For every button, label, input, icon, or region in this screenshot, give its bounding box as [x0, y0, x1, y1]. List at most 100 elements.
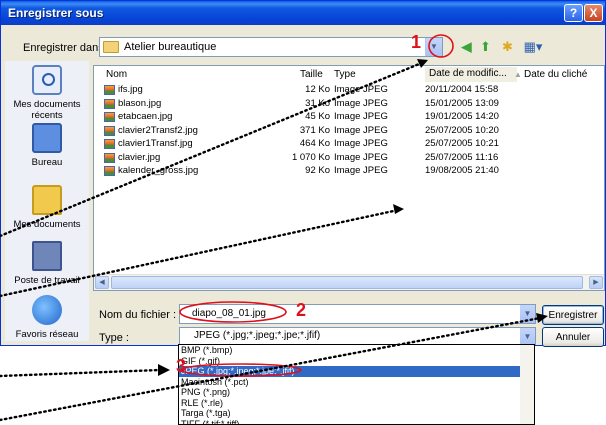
places-bar: Mes documents récents Bureau Mes documen… [5, 61, 89, 341]
new-folder-icon[interactable]: ✱ [499, 39, 516, 55]
file-type-option[interactable]: Macintosh (*.pct) [179, 377, 534, 388]
desktop-icon [32, 123, 62, 153]
annotation-step-2: 2 [296, 300, 307, 320]
help-button[interactable]: ? [564, 4, 583, 22]
filename-input[interactable]: diapo_08_01.jpg ▼ [179, 304, 536, 324]
file-type-option[interactable]: TIFF (*.tif;*.tiff) [179, 419, 534, 425]
file-name: clavier1Transf.jpg [118, 138, 193, 149]
place-recent-documents[interactable]: Mes documents récents [5, 65, 89, 121]
file-modified-date: 15/01/2005 13:09 [425, 97, 499, 109]
file-type-options: BMP (*.bmp) GIF (*.gif) JPEG (*.jpg;*.jpeg… [179, 345, 534, 425]
save-as-dialog: Enregistrer sous ? X Enregistrer dans : … [0, 0, 606, 347]
file-type-dropdown-list[interactable]: BMP (*.bmp) GIF (*.gif) JPEG (*.jpg;*.jpeg… [178, 344, 535, 425]
jpeg-file-icon [104, 112, 115, 122]
file-size: 464 Ko [299, 138, 330, 149]
scroll-thumb[interactable] [111, 276, 583, 289]
filename-value: diapo_08_01.jpg [192, 308, 266, 319]
file-size: 31 Ko [305, 97, 330, 109]
column-header-size[interactable]: Taille [300, 69, 323, 80]
file-size: 1 070 Ko [291, 151, 330, 163]
file-size: 12 Ko [305, 84, 330, 95]
file-list[interactable]: Nom Taille Type Date de modific... ▲ Dat… [93, 65, 605, 291]
dropdown-scrollbar[interactable] [520, 345, 534, 424]
file-name: blason.jpg [118, 97, 162, 109]
file-type: Image JPEG [334, 165, 388, 176]
jpeg-file-icon [104, 85, 115, 95]
jpeg-file-icon [104, 166, 115, 176]
back-icon[interactable]: ◀ [458, 39, 475, 55]
file-modified-date: 19/01/2005 14:20 [425, 111, 499, 122]
place-label: Bureau [31, 157, 63, 168]
place-network[interactable]: Favoris réseau [5, 295, 89, 340]
file-type-value: JPEG (*.jpg;*.jpeg;*.jpe;*.jfif) [194, 330, 321, 341]
save-in-combobox[interactable]: Atelier bureautique ▼ [99, 37, 443, 57]
file-row[interactable]: clavier1Transf.jpg 464 Ko Image JPEG 25/07/… [94, 138, 524, 151]
my-computer-icon [32, 241, 62, 271]
arrowhead-icon [158, 364, 170, 376]
column-header-date-taken[interactable]: Date du cliché [524, 69, 587, 80]
title-bar[interactable]: Enregistrer sous ? X [1, 1, 605, 25]
place-label: Mes documents récents [13, 99, 81, 121]
column-header-modified[interactable]: Date de modific... [425, 67, 517, 82]
file-type-option[interactable]: BMP (*.bmp) [179, 345, 534, 356]
file-modified-date: 25/07/2005 11:16 [425, 151, 499, 163]
file-type-option[interactable]: JPEG (*.jpg;*.jpeg;*.jpe;*.jfif) [179, 366, 534, 377]
file-modified-date: 25/07/2005 10:21 [425, 138, 499, 149]
column-header-type[interactable]: Type [334, 69, 356, 80]
file-type: Image JPEG [334, 124, 388, 136]
save-in-label: Enregistrer dans : [23, 42, 110, 54]
annotation-step-1: 1 [411, 32, 422, 52]
file-size: 92 Ko [305, 165, 330, 176]
file-row[interactable]: clavier2Transf2.jpg 371 Ko Image JPEG 25/07… [94, 125, 524, 138]
horizontal-scrollbar[interactable]: ◀ ▶ [94, 274, 604, 290]
file-row[interactable]: ifs.jpg 12 Ko Image JPEG 20/11/2004 15:58 [94, 84, 524, 97]
my-documents-icon [32, 185, 62, 215]
file-row[interactable]: clavier.jpg 1 070 Ko Image JPEG 25/07/2005 … [94, 152, 524, 165]
place-my-computer[interactable]: Poste de travail [5, 241, 89, 286]
scroll-left-icon[interactable]: ◀ [95, 276, 109, 289]
file-row[interactable]: blason.jpg 31 Ko Image JPEG 15/01/2005 13:0… [94, 98, 524, 111]
save-button[interactable]: Enregistrer [542, 305, 604, 325]
file-type-option[interactable]: PNG (*.png) [179, 387, 534, 398]
file-size: 371 Ko [299, 124, 330, 136]
file-name: clavier2Transf2.jpg [118, 124, 198, 136]
window-title: Enregistrer sous [8, 6, 104, 20]
annotation-arrow-step3 [0, 368, 162, 378]
place-desktop[interactable]: Bureau [5, 123, 89, 168]
file-modified-date: 25/07/2005 10:20 [425, 124, 499, 136]
file-type: Image JPEG [334, 111, 388, 122]
place-label: Favoris réseau [15, 329, 79, 340]
up-folder-icon[interactable]: ⬆ [477, 39, 494, 55]
place-label: Poste de travail [14, 275, 80, 286]
cancel-button[interactable]: Annuler [542, 327, 604, 347]
close-button[interactable]: X [584, 4, 603, 22]
file-type: Image JPEG [334, 151, 388, 163]
file-type-option[interactable]: Targa (*.tga) [179, 408, 534, 419]
annotation-step-3: 3 [176, 356, 187, 376]
file-type: Image JPEG [334, 138, 388, 149]
network-places-icon [32, 295, 62, 325]
save-in-value: Atelier bureautique [124, 41, 217, 53]
file-name: ifs.jpg [118, 84, 143, 95]
jpeg-file-icon [104, 125, 115, 136]
file-type: Image JPEG [334, 97, 388, 109]
file-type-label: Type : [99, 332, 129, 344]
file-row[interactable]: kalender_gross.jpg 92 Ko Image JPEG 19/08/2… [94, 165, 524, 178]
jpeg-file-icon [104, 98, 115, 109]
column-header-name[interactable]: Nom [106, 69, 127, 80]
chevron-down-icon[interactable]: ▼ [520, 305, 535, 323]
place-my-documents[interactable]: Mes documents [5, 185, 89, 230]
file-row[interactable]: etabcaen.jpg 45 Ko Image JPEG 19/01/2005 14… [94, 111, 524, 124]
sort-arrow-icon: ▲ [514, 70, 522, 79]
file-name: etabcaen.jpg [118, 111, 173, 122]
scroll-right-icon[interactable]: ▶ [589, 276, 603, 289]
file-type-option[interactable]: GIF (*.gif) [179, 356, 534, 367]
file-type: Image JPEG [334, 84, 388, 95]
file-type-select[interactable]: JPEG (*.jpg;*.jpeg;*.jpe;*.jfif) ▼ [179, 327, 536, 346]
chevron-down-icon[interactable]: ▼ [425, 38, 442, 56]
views-menu-icon[interactable]: ▦▾ [521, 39, 545, 55]
file-name: kalender_gross.jpg [118, 165, 199, 176]
place-label: Mes documents [13, 219, 81, 230]
file-type-option[interactable]: RLE (*.rle) [179, 398, 534, 409]
recent-documents-icon [32, 65, 62, 95]
